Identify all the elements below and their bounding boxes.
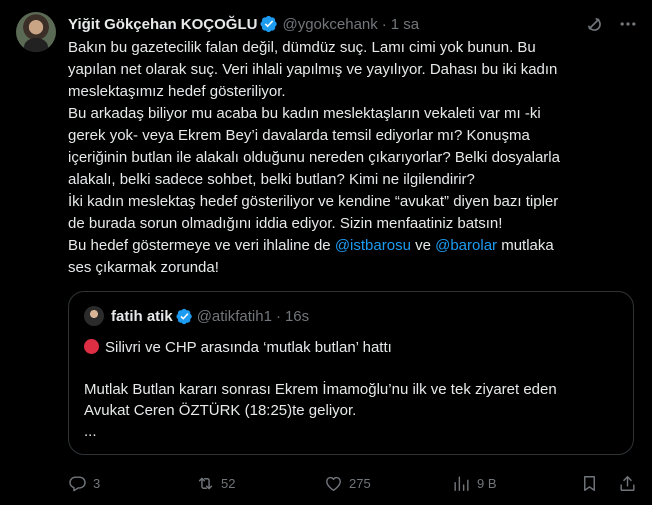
author-handle[interactable]: @ygokcehank [282, 16, 377, 33]
tweet-line: İki kadın meslektaş hedef gösteriliyor v… [68, 193, 559, 210]
tweet-line: de burada sorun olmadığını iddia ediyor.… [68, 215, 503, 232]
text-segment: ve [410, 237, 436, 254]
quote-header: fatih atik @atikfatih1 · 16s [111, 305, 309, 327]
views-icon [454, 475, 469, 491]
quote-time[interactable]: 16s [285, 308, 309, 325]
text-segment: mutlaka [497, 237, 554, 254]
quote-headline-line: Silivri ve CHP arasında ‘mutlak butlan’ … [84, 337, 624, 358]
tweet-time[interactable]: 1 sa [391, 16, 419, 33]
tweet-line: içeriğinin butlan ile alakalı olduğunu n… [68, 149, 560, 166]
quote-author-name[interactable]: fatih atik [111, 308, 173, 325]
share-icon [620, 475, 635, 491]
quote-blank-line [84, 358, 624, 379]
quote-ellipsis: ... [84, 423, 97, 440]
quote-line: Mutlak Butlan kararı sonrası Ekrem İmamo… [84, 381, 557, 398]
author-avatar[interactable] [16, 12, 56, 52]
quote-line: Avukat Ceren ÖZTÜRK (18:25)te geliyor. [84, 402, 357, 419]
header-separator: · [381, 15, 387, 33]
quoted-tweet[interactable]: fatih atik @atikfatih1 · 16s Silivri ve … [68, 291, 634, 455]
reply-count: 3 [93, 475, 101, 491]
views-count: 9 B [477, 475, 497, 491]
tweet-line: Bu arkadaş biliyor mu acaba bu kadın mes… [68, 105, 541, 122]
like-count: 275 [349, 475, 371, 491]
red-circle-emoji [84, 339, 99, 354]
mention-barolar[interactable]: @barolar [435, 237, 497, 254]
tweet-line: meslektaşımız hedef gösteriliyor. [68, 83, 286, 100]
action-bar: 3 52 275 9 B [68, 472, 638, 494]
views-button[interactable]: 9 B [452, 472, 497, 494]
bookmark-button[interactable] [580, 472, 605, 494]
share-button[interactable] [618, 472, 643, 494]
quote-header-separator: · [275, 307, 281, 325]
mention-istbarosu[interactable]: @istbarosu [335, 237, 411, 254]
reply-icon [69, 475, 86, 491]
quote-author-avatar[interactable] [84, 306, 104, 326]
quote-text: Silivri ve CHP arasında ‘mutlak butlan’ … [84, 337, 624, 442]
quote-author-handle[interactable]: @atikfatih1 [197, 308, 272, 325]
tweet-line: Bakın bu gazetecilik falan değil, dümdüz… [68, 39, 536, 56]
tweet-line: yapılan net olarak suç. Veri ihlali yapı… [68, 61, 558, 78]
verified-badge-icon [176, 308, 192, 324]
like-icon [326, 476, 341, 491]
retweet-icon [198, 477, 213, 489]
tweet-header: Yiğit Gökçehan KOÇOĞLU @ygokcehank · 1 s… [68, 13, 419, 35]
more-icon[interactable] [618, 14, 638, 34]
reply-button[interactable]: 3 [68, 472, 100, 494]
verified-badge-icon [260, 15, 278, 33]
retweet-count: 52 [221, 475, 236, 491]
text-segment: Bu hedef göstermeye ve veri ihlaline de [68, 237, 335, 254]
retweet-button[interactable]: 52 [196, 472, 235, 494]
quote-headline: Silivri ve CHP arasında ‘mutlak butlan’ … [105, 339, 392, 356]
tweet-text: Bakın bu gazetecilik falan değil, dümdüz… [68, 37, 638, 279]
tweet-line: alakalı, belki sadece sohbet, belki butl… [68, 171, 475, 188]
tweet-line: gerek yok- veya Ekrem Bey’i davalarda te… [68, 127, 530, 144]
grok-icon[interactable] [584, 14, 604, 34]
author-name[interactable]: Yiğit Gökçehan KOÇOĞLU [68, 16, 257, 33]
like-button[interactable]: 275 [324, 472, 371, 494]
bookmark-icon [584, 475, 595, 491]
tweet-line: ses çıkarmak zorunda! [68, 259, 219, 276]
tweet-line-mentions: Bu hedef göstermeye ve veri ihlaline de … [68, 235, 638, 257]
